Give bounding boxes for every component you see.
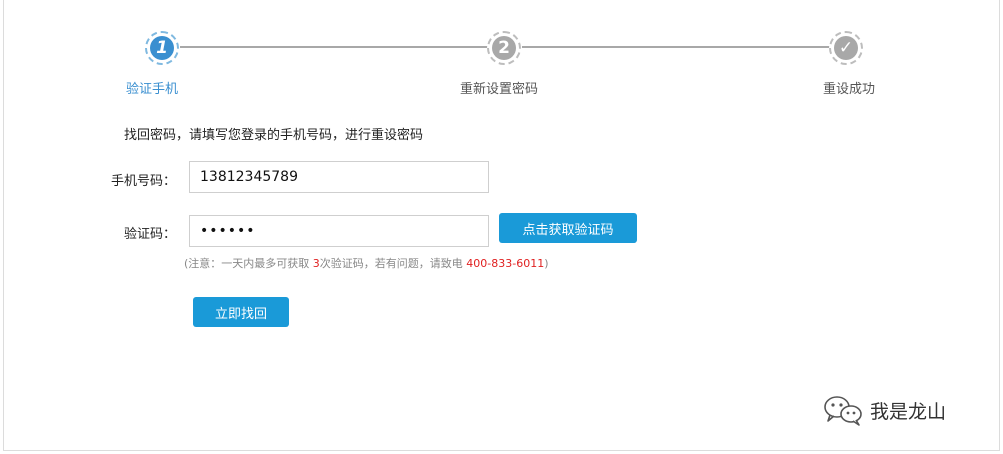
step-3-label: 重设成功 [823, 82, 876, 97]
step-1-label: 验证手机 [126, 82, 179, 97]
note-prefix: (注意：一天内最多可获取 [184, 257, 313, 270]
verification-code-input[interactable] [189, 215, 489, 247]
phone-input[interactable] [189, 161, 489, 193]
note-count: 3 [312, 257, 320, 270]
step-connector-1 [180, 46, 490, 48]
form-intro-text: 找回密码，请填写您登录的手机号码，进行重设密码 [124, 128, 424, 143]
step-2-indicator: 2 [487, 31, 521, 65]
step-1-number: 1 [150, 36, 174, 60]
limit-note: (注意：一天内最多可获取 3次验证码，若有问题，请致电 400-833-6011… [184, 255, 549, 271]
submit-button[interactable]: 立即找回 [193, 297, 289, 327]
get-code-button[interactable]: 点击获取验证码 [499, 213, 637, 243]
note-suffix: ) [544, 257, 549, 270]
phone-label: 手机号码： [110, 174, 176, 189]
step-connector-2 [522, 46, 830, 48]
step-2-number: 2 [492, 36, 516, 60]
note-middle: 次验证码，若有问题，请致电 [319, 257, 467, 270]
watermark: 我是龙山 [822, 393, 946, 427]
step-2-label: 重新设置密码 [460, 82, 539, 97]
support-phone: 400-833-6011 [466, 257, 545, 270]
wechat-icon [824, 396, 862, 426]
step-3-indicator: ✓ [829, 31, 863, 65]
watermark-text: 我是龙山 [870, 400, 947, 423]
step-1-indicator: 1 [145, 31, 179, 65]
code-label: 验证码： [123, 227, 176, 242]
checkmark-icon: ✓ [834, 36, 858, 60]
